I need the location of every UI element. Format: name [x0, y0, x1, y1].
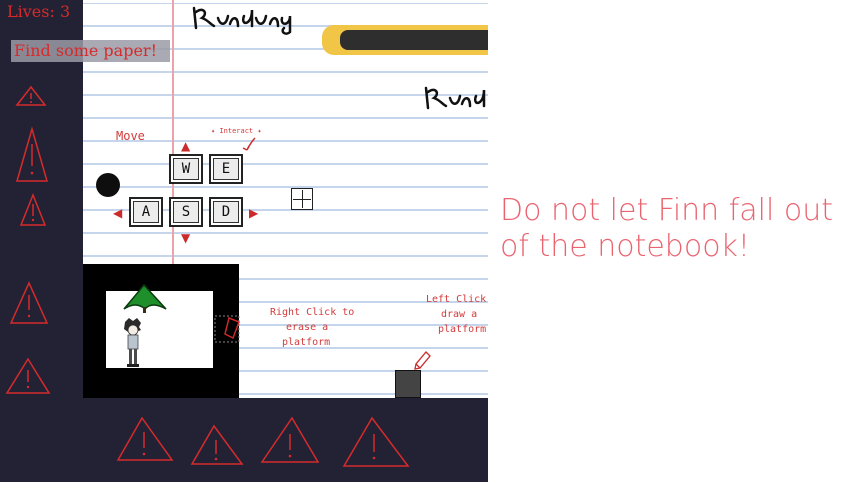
left-click-line-2: draw a	[441, 309, 478, 320]
left-click-line-1: Left Click	[426, 294, 487, 305]
lives-counter: Lives: 3	[7, 2, 71, 21]
ball	[96, 173, 120, 197]
crosshair-icon	[291, 188, 313, 210]
warning-triangle-icon	[16, 126, 48, 182]
left-click-line-3: platform	[438, 324, 487, 335]
right-click-line-3: platform	[282, 337, 331, 348]
arrow-up-icon: ▲	[181, 139, 191, 153]
interact-arrow-icon	[242, 137, 256, 151]
scribble-signature-right	[424, 86, 486, 110]
key-s: S	[169, 197, 203, 227]
key-w: W	[169, 154, 203, 184]
arrow-right-icon: ▶	[249, 206, 259, 220]
warning-triangle-icon	[9, 281, 49, 324]
drawn-platform-block	[395, 370, 421, 398]
warning-triangle-icon	[116, 416, 174, 461]
arrow-down-icon: ▼	[181, 231, 191, 245]
scribble-signature-top	[192, 6, 292, 35]
hint-text: Do not let Finn fall out of the notebook…	[500, 193, 834, 264]
warning-triangle-icon	[19, 192, 47, 226]
player-character-icon	[124, 318, 141, 367]
warning-triangle-icon	[260, 416, 320, 463]
right-click-line-1: Right Click to	[270, 307, 355, 318]
warning-triangle-icon	[190, 424, 244, 465]
game-viewport[interactable]: Lives: 3 Find some paper! Move ✦ Interac…	[0, 0, 488, 482]
key-e: E	[209, 154, 243, 184]
warning-triangle-icon	[15, 85, 47, 106]
objective-text: Find some paper!	[14, 41, 157, 60]
key-a: A	[129, 197, 163, 227]
right-click-line-2: erase a	[286, 322, 329, 333]
pencil-cursor-icon	[414, 351, 431, 370]
warning-triangle-icon	[342, 416, 410, 467]
pencil-lead	[340, 30, 488, 50]
interact-label: ✦ Interact ✦	[211, 127, 262, 135]
key-d: D	[209, 197, 243, 227]
move-label: Move	[116, 129, 145, 143]
eraser-icon	[214, 315, 240, 343]
tree-icon	[123, 283, 167, 313]
arrow-left-icon: ◀	[113, 206, 123, 220]
warning-triangle-icon	[5, 357, 51, 394]
